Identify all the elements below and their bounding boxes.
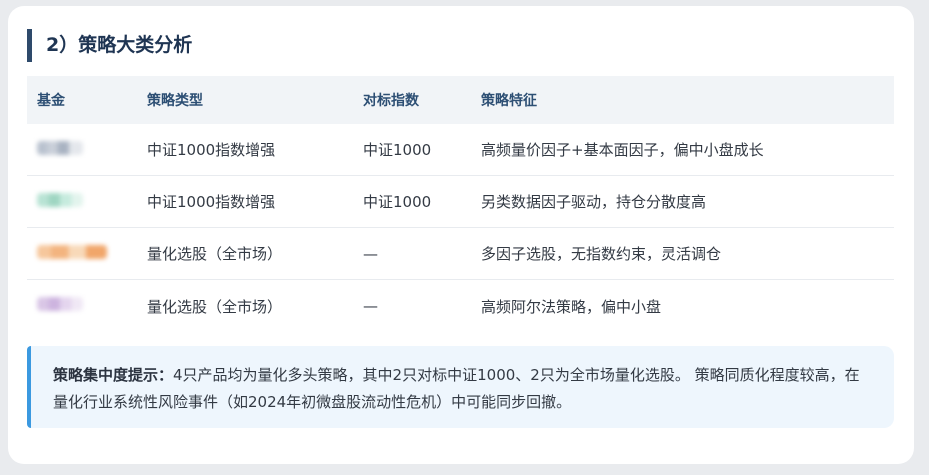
benchmark-cell: 中证1000 — [363, 193, 432, 211]
table-row: 中证1000指数增强 中证1000 另类数据因子驱动，持仓分散度高 — [27, 176, 894, 228]
strategy-type-cell: 量化选股（全市场） — [147, 245, 283, 263]
header-benchmark: 对标指数 — [363, 93, 419, 109]
strategy-type-cell: 中证1000指数增强 — [147, 193, 276, 211]
strategy-table: 基金 策略类型 对标指数 策略特征 中证1000指数增强 中证1000 高频量价… — [27, 76, 894, 332]
table-row: 量化选股（全市场） — 多因子选股，无指数约束，灵活调仓 — [27, 228, 894, 280]
feature-cell: 高频量价因子+基本面因子，偏中小盘成长 — [481, 141, 764, 159]
benchmark-cell: 中证1000 — [363, 141, 432, 159]
fund-name-redacted — [37, 297, 83, 311]
analysis-card: 2）策略大类分析 基金 策略类型 对标指数 策略特征 中证1000指数增强 中证… — [8, 6, 914, 464]
header-strategy-feature: 策略特征 — [481, 93, 537, 109]
note-label: 策略集中度提示： — [53, 366, 174, 384]
fund-name-redacted — [37, 192, 83, 207]
fund-name-redacted — [37, 140, 83, 155]
strategy-type-cell: 中证1000指数增强 — [147, 141, 276, 159]
feature-cell: 高频阿尔法策略，偏中小盘 — [481, 297, 662, 316]
benchmark-cell: — — [363, 244, 378, 263]
section-title: 2）策略大类分析 — [27, 29, 192, 62]
header-fund: 基金 — [37, 93, 65, 109]
benchmark-cell: — — [363, 297, 378, 315]
note-text: 4只产品均为量化多头策略，其中2只对标中证1000、2只为全市场量化选股。 策略… — [53, 366, 860, 411]
table-row: 量化选股（全市场） — 高频阿尔法策略，偏中小盘 — [27, 280, 894, 332]
table-row: 中证1000指数增强 中证1000 高频量价因子+基本面因子，偏中小盘成长 — [27, 124, 894, 176]
table-header: 基金 策略类型 对标指数 策略特征 — [27, 76, 894, 124]
concentration-note: 策略集中度提示：4只产品均为量化多头策略，其中2只对标中证1000、2只为全市场… — [27, 346, 894, 428]
feature-cell: 另类数据因子驱动，持仓分散度高 — [481, 193, 707, 211]
strategy-type-cell: 量化选股（全市场） — [147, 297, 283, 316]
fund-name-redacted — [37, 244, 107, 259]
feature-cell: 多因子选股，无指数约束，灵活调仓 — [481, 245, 722, 263]
header-strategy-type: 策略类型 — [147, 93, 203, 109]
